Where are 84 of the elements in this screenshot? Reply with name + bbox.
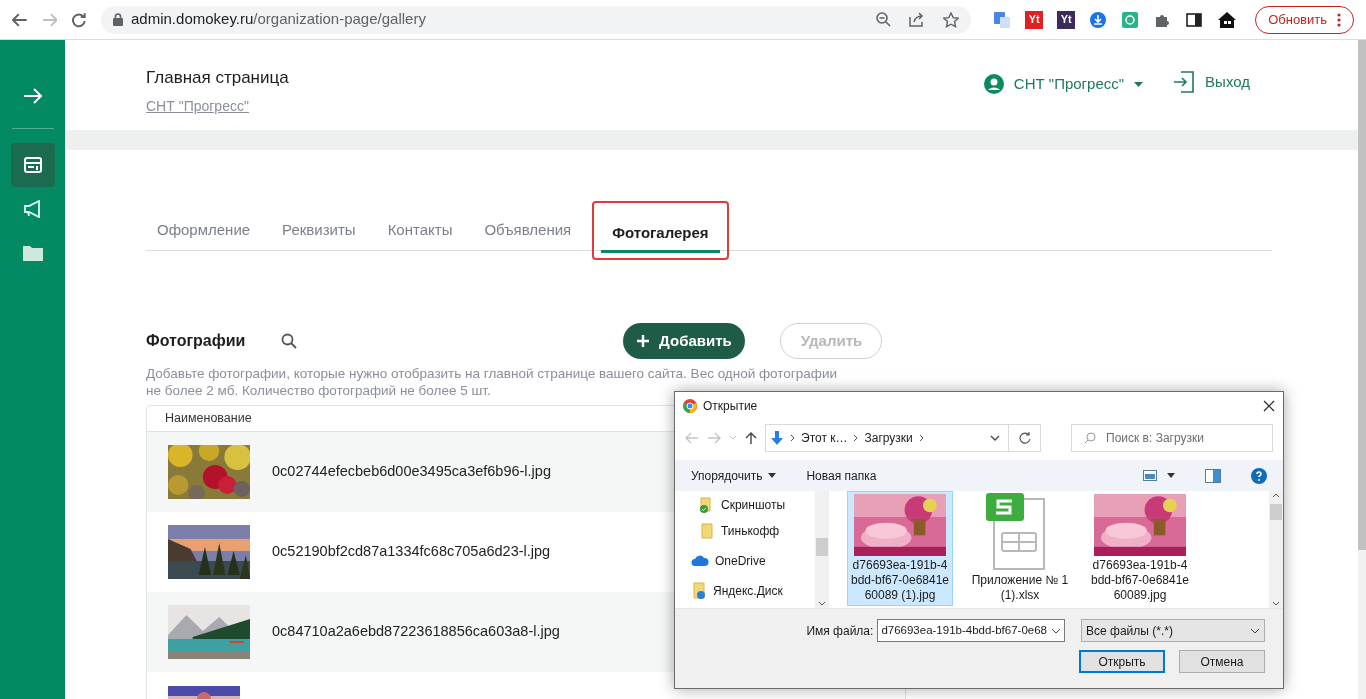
address-bar[interactable]: Этот к… Загрузки xyxy=(765,424,1041,452)
scrollbar[interactable] xyxy=(1269,491,1283,608)
file-type-select[interactable]: Все файлы (*.*) xyxy=(1081,619,1265,642)
chevron-right-icon xyxy=(790,434,795,442)
scrollbar[interactable] xyxy=(1358,40,1366,699)
open-button[interactable]: Открыть xyxy=(1079,650,1165,673)
filename-label: Имя файла: xyxy=(806,622,874,640)
caret-icon xyxy=(768,473,777,478)
refresh-icon xyxy=(1018,432,1031,444)
chevron-right-icon xyxy=(853,434,859,442)
file-tile[interactable]: Приложение № 1 (1).xlsx xyxy=(967,491,1073,606)
account-menu[interactable]: СНТ "Прогресс" xyxy=(983,73,1144,96)
share-icon[interactable] xyxy=(909,12,926,27)
megaphone-icon xyxy=(22,200,43,218)
tab[interactable]: Оформление xyxy=(146,214,262,250)
file-name: 0c84710a2a6ebd87223618856ca603a8-l.jpg xyxy=(272,622,560,642)
caret-icon xyxy=(1134,81,1144,87)
scrollbar-thumb[interactable] xyxy=(816,538,828,556)
chevron-up-icon[interactable] xyxy=(1272,493,1280,498)
tab[interactable]: Контакты xyxy=(376,214,464,250)
chevron-down-icon[interactable] xyxy=(1272,601,1280,606)
sync-icon[interactable] xyxy=(1121,10,1140,29)
expand-arrow-icon[interactable] xyxy=(22,88,43,104)
lock-icon xyxy=(113,13,123,26)
house-icon[interactable] xyxy=(1217,10,1238,29)
search-icon[interactable] xyxy=(281,333,298,349)
view-icon[interactable] xyxy=(1143,469,1157,482)
browser-logo-icon xyxy=(683,399,697,413)
layout-icon xyxy=(23,157,42,173)
page-title: Главная страница xyxy=(146,67,289,89)
filename-field[interactable]: d76693ea-191b-4bdd-bf67-0e68 xyxy=(877,619,1065,642)
dialog-title: Открытие xyxy=(703,398,758,415)
file-name: 0c02744efecbeb6d00e3495ca3ef6b96-l.jpg xyxy=(272,462,551,482)
column-header: Наименование xyxy=(165,410,252,428)
back-arrow-icon[interactable] xyxy=(12,12,28,27)
nav-item[interactable]: Тинькофф xyxy=(699,520,815,542)
chevron-down-icon xyxy=(1051,627,1061,634)
address-bar[interactable]: admin.domokey.ru/organization-page/gallery xyxy=(101,5,972,34)
file-name: 0c52190bf2cd87a1334fc68c705a6d23-l.jpg xyxy=(272,542,551,562)
file-tile[interactable]: d76693ea-191b-4bdd-bf67-0e6841e60089 (1).jpg xyxy=(847,491,953,606)
preview-pane-icon[interactable] xyxy=(1205,468,1221,483)
extension-icon[interactable]: Yt xyxy=(1025,10,1044,29)
chevron-down-icon xyxy=(1250,627,1260,634)
logout-button[interactable]: Выход xyxy=(1173,71,1250,94)
sidebar-item[interactable] xyxy=(10,143,55,187)
tab[interactable]: Фотогалерея xyxy=(601,217,720,253)
side-panel-icon[interactable] xyxy=(1185,10,1204,29)
download-icon[interactable] xyxy=(1089,10,1108,29)
tab[interactable]: Реквизиты xyxy=(271,214,367,250)
search-field[interactable]: Поиск в: Загрузки xyxy=(1071,424,1273,452)
chevron-down-icon[interactable] xyxy=(990,435,1000,441)
cloud-icon xyxy=(691,555,709,567)
section-title: Фотографии xyxy=(146,331,246,351)
search-icon xyxy=(1084,432,1096,444)
scrollbar[interactable] xyxy=(815,491,829,608)
chevron-down-icon[interactable] xyxy=(818,601,826,606)
folder-icon xyxy=(699,523,715,539)
scrollbar-thumb[interactable] xyxy=(1270,504,1282,520)
menu-dots-icon xyxy=(1337,12,1341,27)
plus-icon xyxy=(637,335,650,347)
file-tile[interactable]: d76693ea-191b-4bdd-bf67-0e6841e60089.jpg xyxy=(1087,491,1193,606)
folder-icon xyxy=(21,244,44,262)
star-icon[interactable] xyxy=(943,11,960,28)
up-arrow-icon[interactable] xyxy=(745,431,757,445)
path-segment[interactable]: Этот к… xyxy=(801,429,848,447)
zoom-out-icon[interactable] xyxy=(876,12,892,27)
cancel-button[interactable]: Отмена xyxy=(1179,650,1265,673)
logout-icon xyxy=(1173,71,1196,94)
chevron-right-icon xyxy=(918,434,924,442)
organize-button[interactable]: Упорядочить xyxy=(691,466,777,485)
caret-icon[interactable] xyxy=(1167,473,1175,478)
download-arrow-icon xyxy=(770,430,784,446)
drive-icon xyxy=(691,582,707,600)
user-avatar-icon xyxy=(983,74,1004,95)
add-button[interactable]: Добавить xyxy=(623,323,746,359)
tab[interactable]: Объявления xyxy=(473,214,583,250)
reload-icon[interactable] xyxy=(71,11,87,28)
translate-icon[interactable] xyxy=(993,10,1012,29)
description-text: Добавьте фотографии, которые нужно отобразить на главной странице вашего сайта. Вес одной фотографии не более 2 мб. Количество фотографий не более 5 шт. xyxy=(146,365,838,399)
new-folder-button[interactable]: Новая папка xyxy=(806,466,877,485)
close-icon[interactable] xyxy=(1263,400,1275,412)
help-icon[interactable] xyxy=(1251,467,1267,484)
extension-icon[interactable]: Yt xyxy=(1057,10,1076,29)
nav-item[interactable]: OneDrive xyxy=(691,550,815,572)
